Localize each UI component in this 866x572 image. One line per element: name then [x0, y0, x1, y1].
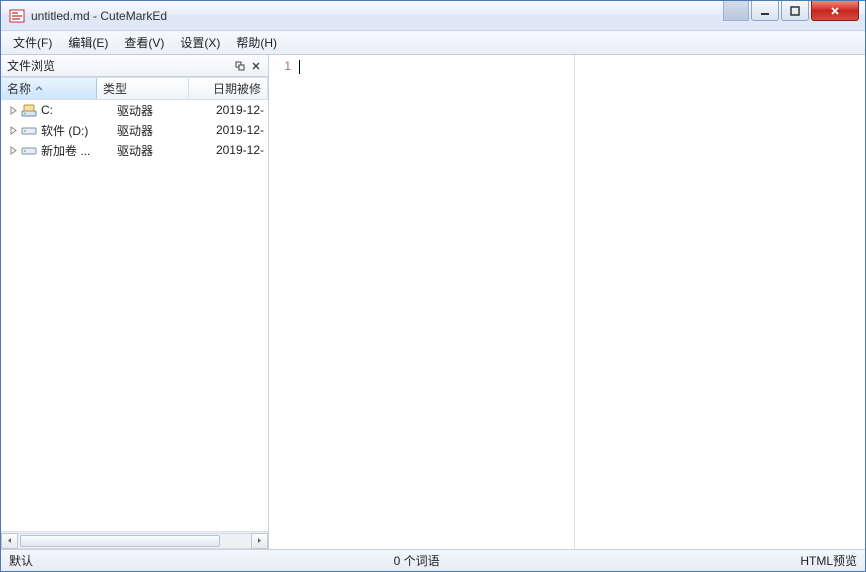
html-preview-pane[interactable] — [575, 55, 865, 549]
window-controls — [723, 1, 865, 21]
row-date: 2019-12- — [203, 103, 268, 117]
text-caret — [299, 60, 300, 74]
status-left: 默认 — [9, 552, 33, 569]
panel-title: 文件浏览 — [7, 57, 55, 74]
expand-icon[interactable] — [7, 104, 19, 116]
app-window: untitled.md - CuteMarkEd 文件(F) 编辑(E) 查看(… — [0, 0, 866, 572]
menu-file[interactable]: 文件(F) — [5, 31, 60, 54]
app-icon — [9, 8, 25, 24]
close-panel-icon[interactable] — [248, 58, 264, 74]
drive-icon — [21, 122, 37, 138]
scroll-track[interactable] — [18, 533, 251, 549]
row-name: 新加卷 ... — [41, 142, 111, 159]
scroll-left-button[interactable] — [1, 533, 18, 549]
maximize-button[interactable] — [781, 1, 809, 21]
line-gutter: 1 — [269, 55, 297, 549]
tree-body[interactable]: C: 驱动器 2019-12- 软件 (D:) 驱动器 2019-12- — [1, 100, 268, 531]
menu-settings[interactable]: 设置(X) — [172, 31, 228, 54]
row-type: 驱动器 — [111, 102, 203, 119]
status-right: HTML预览 — [800, 552, 857, 569]
window-title: untitled.md - CuteMarkEd — [31, 9, 167, 23]
undock-icon[interactable] — [232, 58, 248, 74]
file-browser-panel: 文件浏览 名称 类型 日期被修 — [1, 55, 269, 549]
column-type[interactable]: 类型 — [97, 78, 189, 99]
file-tree: 名称 类型 日期被修 C: 驱动器 2019-12- — [1, 77, 268, 549]
tree-row[interactable]: 新加卷 ... 驱动器 2019-12- — [1, 140, 268, 160]
status-wordcount: 0 个词语 — [33, 552, 800, 569]
menu-edit[interactable]: 编辑(E) — [60, 31, 116, 54]
expand-icon[interactable] — [7, 124, 19, 136]
row-type: 驱动器 — [111, 142, 203, 159]
markdown-editor[interactable] — [297, 55, 575, 549]
menubar: 文件(F) 编辑(E) 查看(V) 设置(X) 帮助(H) — [1, 31, 865, 55]
drive-system-icon — [21, 102, 37, 118]
tree-columns-header: 名称 类型 日期被修 — [1, 78, 268, 100]
row-date: 2019-12- — [203, 123, 268, 137]
editor-area: 1 — [269, 55, 865, 549]
scroll-right-button[interactable] — [251, 533, 268, 549]
row-name: C: — [41, 103, 111, 117]
line-number: 1 — [284, 59, 291, 73]
body-area: 文件浏览 名称 类型 日期被修 — [1, 55, 865, 549]
row-type: 驱动器 — [111, 122, 203, 139]
titlebar[interactable]: untitled.md - CuteMarkEd — [1, 1, 865, 31]
tree-row[interactable]: 软件 (D:) 驱动器 2019-12- — [1, 120, 268, 140]
row-name: 软件 (D:) — [41, 122, 111, 139]
close-button[interactable] — [811, 1, 859, 21]
statusbar: 默认 0 个词语 HTML预览 — [1, 549, 865, 571]
expand-icon[interactable] — [7, 144, 19, 156]
menu-view[interactable]: 查看(V) — [116, 31, 172, 54]
window-drag-handle[interactable] — [723, 1, 749, 21]
row-date: 2019-12- — [203, 143, 268, 157]
scroll-thumb[interactable] — [20, 535, 220, 547]
horizontal-scrollbar[interactable] — [1, 531, 268, 549]
column-name[interactable]: 名称 — [1, 78, 97, 99]
tree-row[interactable]: C: 驱动器 2019-12- — [1, 100, 268, 120]
menu-help[interactable]: 帮助(H) — [228, 31, 285, 54]
column-date[interactable]: 日期被修 — [189, 78, 268, 99]
drive-icon — [21, 142, 37, 158]
panel-header[interactable]: 文件浏览 — [1, 55, 268, 77]
minimize-button[interactable] — [751, 1, 779, 21]
